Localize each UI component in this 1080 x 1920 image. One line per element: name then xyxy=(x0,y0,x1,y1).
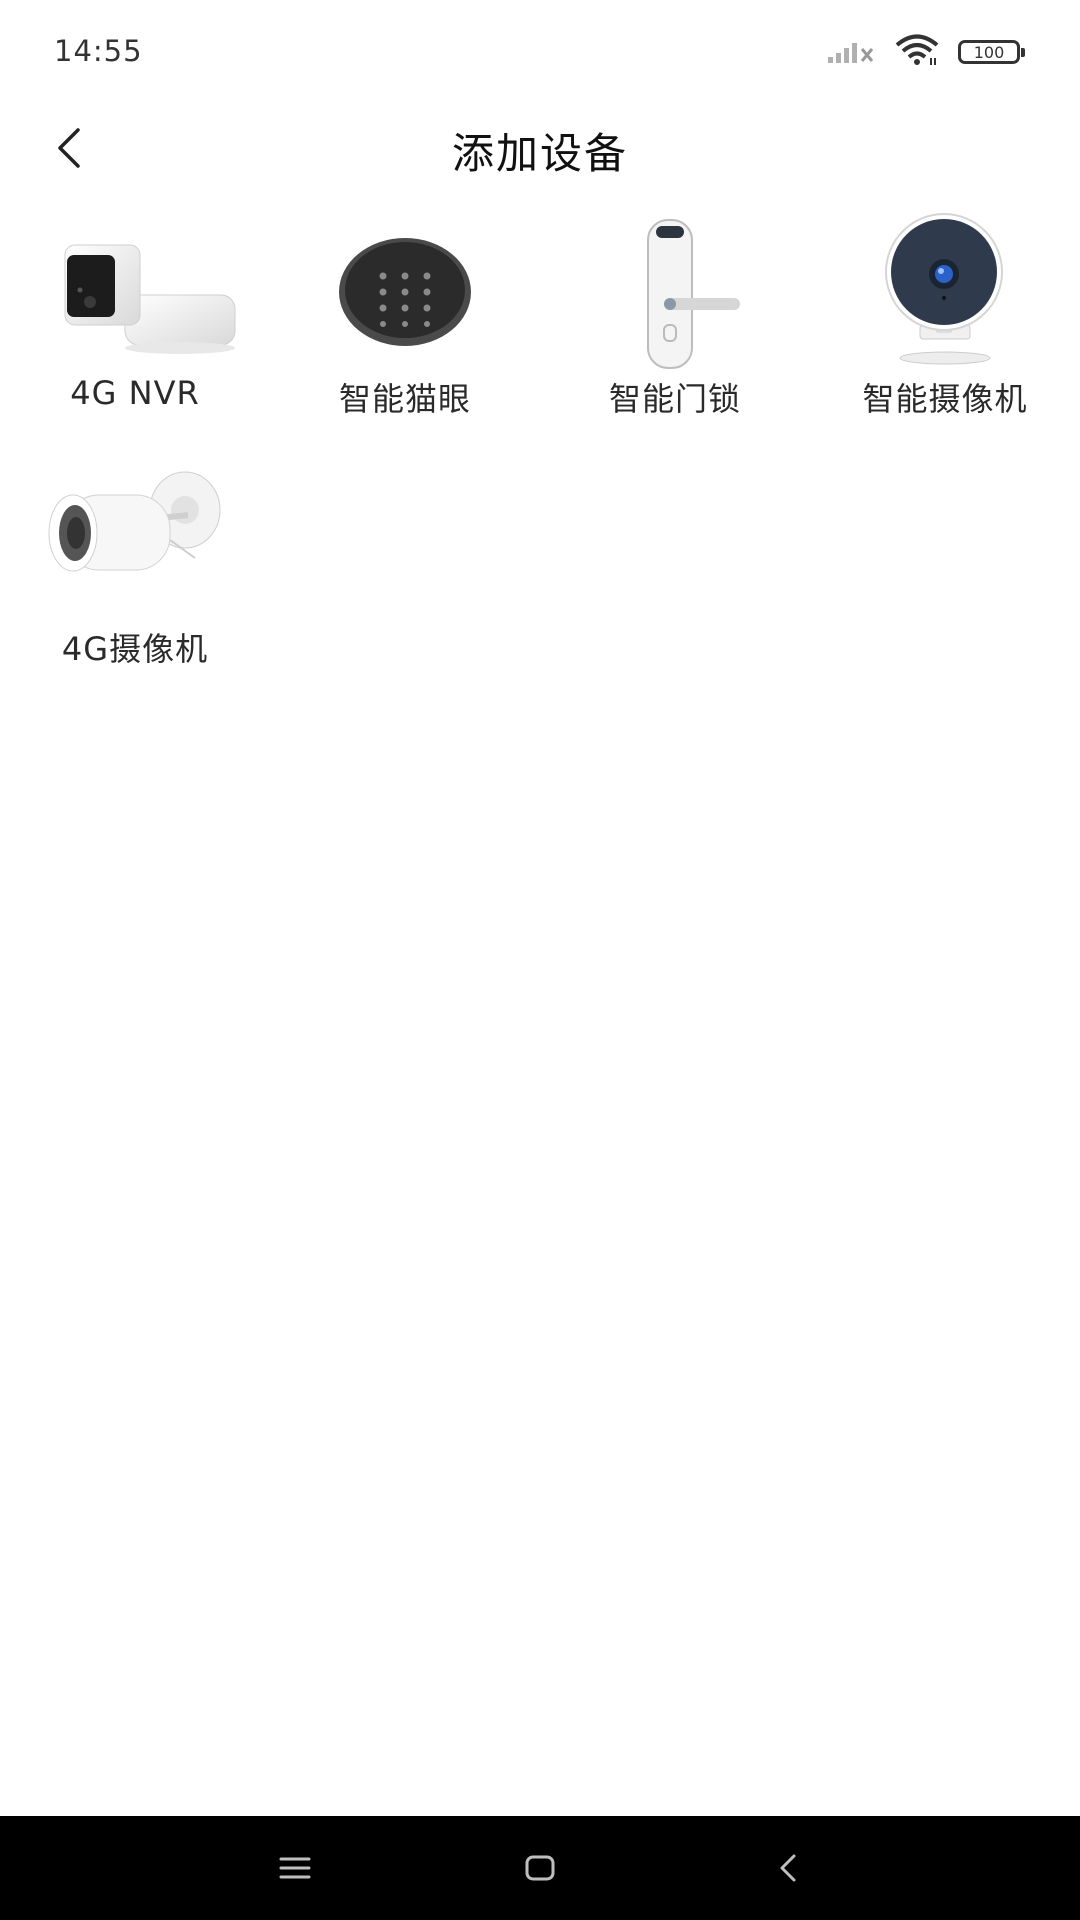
smart-peephole-image xyxy=(339,238,471,346)
device-label: 4G摄像机 xyxy=(61,630,209,668)
device-item-4g-camera[interactable]: 4G摄像机 xyxy=(10,460,260,680)
smart-door-lock-image xyxy=(647,219,740,369)
status-bar: 14:55 100 xyxy=(0,0,1080,100)
wifi-icon xyxy=(894,34,940,70)
status-icons: 100 xyxy=(826,34,1025,70)
device-label: 智能门锁 xyxy=(608,380,741,418)
menu-button[interactable] xyxy=(265,1838,325,1898)
battery-icon: 100 xyxy=(958,40,1025,64)
menu-icon xyxy=(279,1857,311,1879)
device-label: 智能猫眼 xyxy=(338,380,471,418)
system-nav-bar xyxy=(0,1816,1080,1920)
nvr-camera-hub-image xyxy=(64,244,236,354)
battery-level: 100 xyxy=(973,42,1005,62)
page-title: 添加设备 xyxy=(451,129,628,178)
device-label: 智能摄像机 xyxy=(862,380,1028,418)
device-item-smart-camera[interactable]: 智能摄像机 xyxy=(820,210,1070,430)
home-button[interactable] xyxy=(510,1838,570,1898)
home-icon xyxy=(525,1855,555,1881)
app-bar: 添加设备 xyxy=(0,100,1080,195)
smart-camera-image xyxy=(885,213,1003,365)
back-icon xyxy=(780,1854,796,1882)
device-item-smart-peephole[interactable]: 智能猫眼 xyxy=(280,210,530,430)
system-back-button[interactable] xyxy=(760,1838,820,1898)
status-time: 14:55 xyxy=(54,34,143,68)
4g-bullet-camera-image xyxy=(48,471,221,572)
signal-no-service-icon xyxy=(826,35,876,69)
device-item-4g-nvr[interactable]: 4G NVR xyxy=(10,210,260,430)
device-item-smart-door-lock[interactable]: 智能门锁 xyxy=(550,210,800,430)
device-label: 4G NVR xyxy=(70,374,200,412)
